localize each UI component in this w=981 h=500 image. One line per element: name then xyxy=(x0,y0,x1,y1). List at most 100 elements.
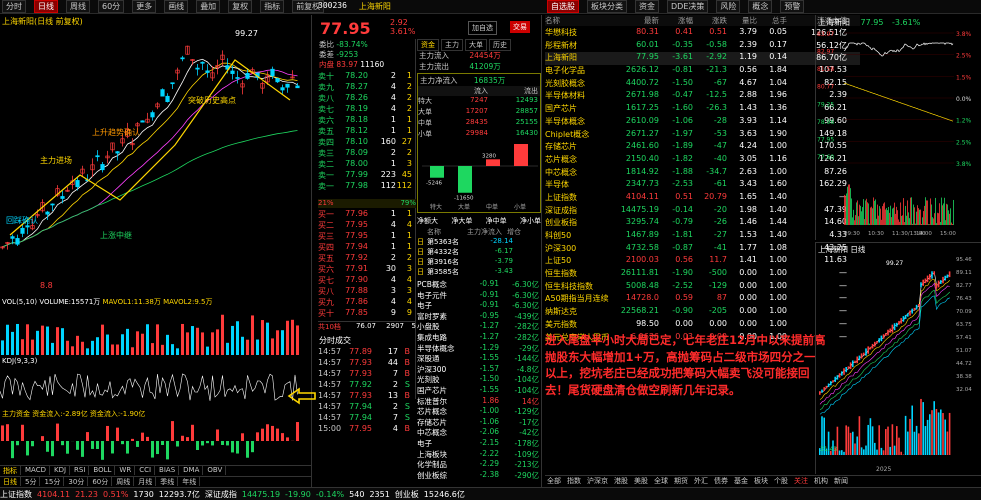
sub-tab-6[interactable]: 月线 xyxy=(135,477,157,486)
buy-level-6[interactable]: 买七 77.90 4 4 xyxy=(318,275,413,286)
mini-intraday-chart[interactable]: 3.8% 2.5% 1.5% 0.0% 1.2% 2.5% 3.8% 83.97 82.97 81… xyxy=(816,27,981,237)
sector-row[interactable]: 深股通 -1.55 -144亿 xyxy=(417,353,541,364)
stock-row[interactable]: 存储芯片 2461.60 -1.89 -47 4.24 1.00 170.55 xyxy=(545,141,860,154)
indicator-tab-3[interactable]: RSI xyxy=(71,466,90,475)
kline-tab-3[interactable]: 60分 xyxy=(98,0,125,13)
sector-row[interactable]: 小盘股 -1.27 -282亿 xyxy=(417,321,541,332)
buy-level-4[interactable]: 买五 77.92 2 2 xyxy=(318,253,413,264)
sector-row[interactable]: 电子 -0.91 -6.30亿 xyxy=(417,300,541,311)
stock-row[interactable]: 半导体材料 2671.98 -0.47 -12.5 2.88 1.96 2.39 xyxy=(545,90,860,103)
stock-row[interactable]: 沪深300 4732.58 -0.87 -41 1.77 1.08 43.25 xyxy=(545,243,860,256)
stock-row[interactable]: 中芯概念 1814.92 -1.88 -34.7 2.63 1.00 87.26 xyxy=(545,167,860,180)
buy-level-9[interactable]: 买十 77.85 9 9 xyxy=(318,308,413,319)
stock-row[interactable]: 华懋科技 80.31 0.41 0.51 3.79 0.05 126.51亿 xyxy=(545,27,860,40)
sub-tab-8[interactable]: 年线 xyxy=(179,477,201,486)
rp-tab-7[interactable]: 外汇 xyxy=(692,476,710,486)
stock-row[interactable]: 国产芯片 1617.25 -1.60 -26.3 1.43 1.36 66.21 xyxy=(545,103,860,116)
stock-row[interactable]: 上证指数 4104.11 0.51 20.79 1.65 1.40— xyxy=(545,192,860,205)
trade-button[interactable]: 交易 xyxy=(510,21,530,33)
rp-tab-13[interactable]: 机构 xyxy=(812,476,830,486)
right-tab-0[interactable]: 自选股 xyxy=(547,0,579,13)
buy-level-5[interactable]: 买六 77.91 30 3 xyxy=(318,264,413,275)
status-index-name-2[interactable]: 创业板 xyxy=(395,489,419,500)
sell-level-6[interactable]: 卖四 78.10 160 27 xyxy=(318,137,413,148)
volume-chart[interactable] xyxy=(0,307,300,355)
sub-tab-0[interactable]: 日线 xyxy=(0,477,21,486)
add-watchlist-button[interactable]: 加自选 xyxy=(468,21,497,35)
sell-level-8[interactable]: 卖二 78.00 1 3 xyxy=(318,159,413,170)
kline-tab-7[interactable]: 复权 xyxy=(228,0,253,13)
sub-tab-7[interactable]: 季线 xyxy=(157,477,179,486)
right-tab-2[interactable]: 资金 xyxy=(635,0,659,13)
sector-row[interactable]: 中芯概念 -2.06 -42亿 xyxy=(417,427,541,438)
stock-col-1[interactable]: 最新 xyxy=(615,15,659,26)
flow-head-1[interactable]: 净大单 xyxy=(451,216,472,226)
sell-level-3[interactable]: 卖七 78.19 4 2 xyxy=(318,104,413,115)
sector-row[interactable]: 芯片概念 -1.00 -129亿 xyxy=(417,406,541,417)
rp-tab-8[interactable]: 债券 xyxy=(712,476,730,486)
stock-row[interactable]: 恒生科技指数 5008.48 -2.52 -129 0.00 1.00— xyxy=(545,281,860,294)
buy-level-8[interactable]: 买九 77.86 4 4 xyxy=(318,297,413,308)
stock-row[interactable]: 电子化学品 2626.12 -0.81 -21.3 0.56 1.84 107.53 xyxy=(545,65,860,78)
buy-level-7[interactable]: 买八 77.88 3 3 xyxy=(318,286,413,297)
sell-level-0[interactable]: 卖十 78.20 2 1 xyxy=(318,71,413,82)
sell-level-7[interactable]: 卖三 78.09 2 2 xyxy=(318,148,413,159)
mini-kline-chart[interactable]: 95.46 89.11 82.77 76.43 70.09 63.75 57.41 51.07… xyxy=(816,253,981,473)
right-tab-1[interactable]: 板块分类 xyxy=(587,0,627,13)
stock-col-5[interactable]: 总手 xyxy=(757,15,787,26)
indicator-tab-2[interactable]: KDJ xyxy=(51,466,71,475)
stock-col-2[interactable]: 涨幅 xyxy=(659,15,693,26)
right-tab-5[interactable]: 概念 xyxy=(748,0,773,13)
sub-tab-1[interactable]: 5分 xyxy=(22,477,41,486)
sell-level-4[interactable]: 卖六 78.18 1 1 xyxy=(318,115,413,126)
stock-row[interactable]: 芯片概念 2150.40 -1.82 -40 3.05 1.16 126.21 xyxy=(545,154,860,167)
sector-row[interactable]: 光刻胶 -1.50 -104亿 xyxy=(417,374,541,385)
stock-row[interactable]: 光刻胶概念 4400.72 -1.50 -67 4.67 1.04 82.15 xyxy=(545,78,860,91)
indicator-tab-0[interactable]: 指标 xyxy=(0,466,21,475)
stock-row[interactable]: 半导体 2347.73 -2.53 -61 3.43 1.60 162.29 xyxy=(545,179,860,192)
kline-tab-0[interactable]: 分时 xyxy=(2,0,26,13)
rp-tab-5[interactable]: 全球 xyxy=(652,476,670,486)
stock-row[interactable]: Chiplet概念 2671.27 -1.97 -53 3.63 1.90 149.18 xyxy=(545,129,860,142)
sell-level-5[interactable]: 卖五 78.12 1 1 xyxy=(318,126,413,137)
stock-row[interactable]: A50期指当月连续 14728.0 0.59 87 0.00 1.00— xyxy=(545,293,860,306)
sector-row[interactable]: 国产芯片 -1.55 -104亿 xyxy=(417,385,541,396)
buy-level-3[interactable]: 买四 77.94 1 1 xyxy=(318,242,413,253)
sub-tab-4[interactable]: 60分 xyxy=(89,477,113,486)
right-tab-3[interactable]: DDE决策 xyxy=(667,0,709,13)
indicator-tab-7[interactable]: BIAS xyxy=(156,466,180,475)
stock-row[interactable]: 创业板指 3295.74 -0.79 -26 1.46 1.44 14.60 xyxy=(545,217,860,230)
sector-row[interactable]: 半导体概念 -1.29 -29亿 xyxy=(417,343,541,354)
sector-row[interactable]: 创业板综 -2.38 -290亿 xyxy=(417,470,541,481)
indicator-tab-1[interactable]: MACD xyxy=(22,466,50,475)
status-index-name-1[interactable]: 深证成指 xyxy=(205,489,237,500)
sector-row[interactable]: PCB概念 -0.91 -6.30亿 xyxy=(417,279,541,290)
stock-row[interactable]: 彤程新材 60.01 -0.35 -0.58 2.39 0.17 56.12亿 xyxy=(545,40,860,53)
sector-row[interactable]: 上海板块 -2.22 -109亿 xyxy=(417,449,541,460)
rp-tab-14[interactable]: 新闻 xyxy=(832,476,850,486)
sell-level-10[interactable]: 卖一 77.98 112 112 xyxy=(318,181,413,192)
sector-row[interactable]: 化学制品 -2.29 -213亿 xyxy=(417,459,541,470)
sub-tab-5[interactable]: 周线 xyxy=(113,477,135,486)
indicator-tab-5[interactable]: WR xyxy=(116,466,136,475)
sector-row[interactable]: 富时罗素 -0.95 -439亿 xyxy=(417,311,541,322)
sell-level-1[interactable]: 卖九 78.27 4 2 xyxy=(318,82,413,93)
kline-tab-4[interactable]: 更多 xyxy=(132,0,157,13)
right-tab-4[interactable]: 风险 xyxy=(716,0,741,13)
sector-row[interactable]: 电子元件 -0.91 -6.30亿 xyxy=(417,290,541,301)
stock-row[interactable]: 美元指数 98.50 0.00 0.00 0.00 1.00— xyxy=(545,319,860,332)
rp-tab-11[interactable]: 个股 xyxy=(772,476,790,486)
indicator-tab-8[interactable]: DMA xyxy=(180,466,204,475)
stock-col-0[interactable]: 名称 xyxy=(545,15,615,26)
indicator-tab-6[interactable]: CCI xyxy=(136,466,156,475)
sector-row[interactable]: 存储芯片 -1.06 -17亿 xyxy=(417,417,541,428)
stock-row[interactable]: 深证成指 14475.19 -0.14 -20 1.98 1.40 47.39 xyxy=(545,205,860,218)
stock-row[interactable]: 上海新阳 77.95 -3.61 -2.92 1.19 0.14 86.70亿 xyxy=(545,52,860,66)
flow-head-3[interactable]: 净小单 xyxy=(520,216,541,226)
capital-flow-chart[interactable] xyxy=(0,419,300,463)
sector-row[interactable]: 集成电路 -1.27 -282亿 xyxy=(417,332,541,343)
rp-tab-2[interactable]: 沪深京 xyxy=(585,476,610,486)
sell-level-2[interactable]: 卖八 78.26 4 2 xyxy=(318,93,413,104)
buy-level-2[interactable]: 买三 77.95 1 1 xyxy=(318,231,413,242)
stock-row[interactable]: 恒生指数 26111.81 -1.90 -500 0.00 1.00— xyxy=(545,268,860,281)
